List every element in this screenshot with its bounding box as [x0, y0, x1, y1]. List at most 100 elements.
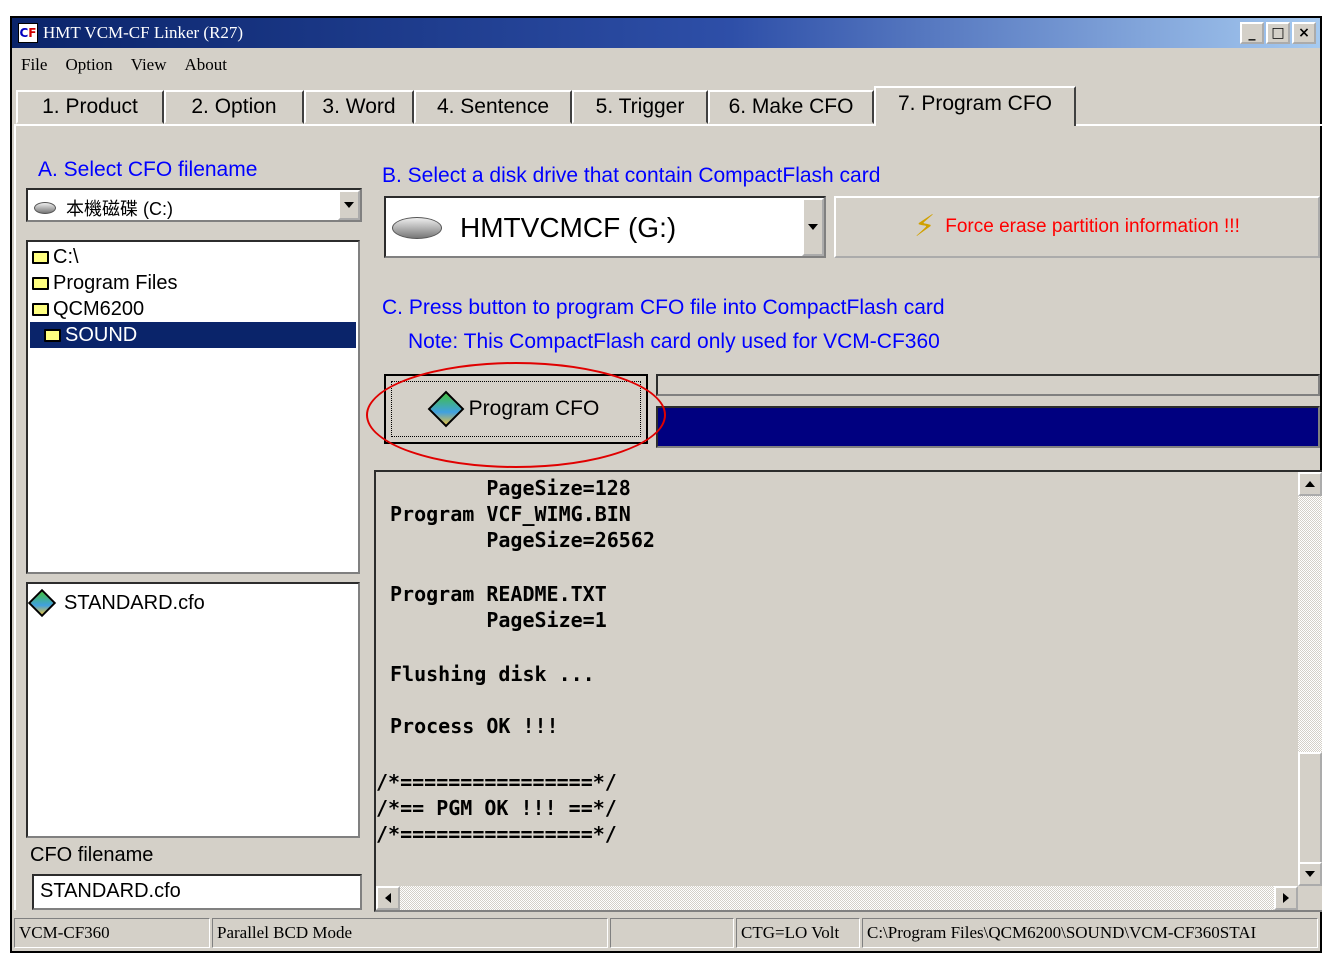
log-line: Program README.TXT	[390, 582, 607, 606]
tab-option-label: 2. Option	[191, 95, 277, 118]
app-logo-icon[interactable]: CF	[18, 23, 38, 43]
secondary-progress-bar	[656, 374, 1320, 396]
cfo-file-icon	[27, 588, 57, 618]
drive-combo-dropdown-button[interactable]	[338, 190, 360, 220]
tree-item-qcm6200[interactable]: QCM6200	[32, 296, 144, 322]
status-bar: VCM-CF360 Parallel BCD Mode CTG=LO Volt …	[12, 914, 1320, 950]
program-cfo-button[interactable]: Program CFO	[384, 374, 648, 444]
log-line: /*== PGM OK !!! ==*/	[376, 796, 617, 820]
disk-combo-value: HMTVCMCF (G:)	[460, 212, 677, 243]
force-erase-label: Force erase partition information !!!	[945, 216, 1240, 237]
note-label: Note: This CompactFlash card only used f…	[408, 330, 940, 353]
maximize-button[interactable]: □	[1266, 22, 1290, 44]
output-log[interactable]: PageSize=128 Program VCF_WIMG.BIN PageSiz…	[374, 470, 1322, 912]
menu-about[interactable]: About	[176, 55, 237, 75]
tree-item-label: Program Files	[53, 271, 178, 294]
log-line: /*================*/	[376, 770, 617, 794]
tab-make-cfo-label: 6. Make CFO	[728, 95, 854, 118]
tab-option[interactable]: 2. Option	[164, 90, 304, 124]
app-window: CF HMT VCM-CF Linker (R27) _ □ × File Op…	[10, 16, 1322, 953]
status-empty	[610, 918, 734, 948]
tree-item-sound[interactable]: SOUND	[30, 322, 356, 348]
tab-trigger[interactable]: 5. Trigger	[572, 90, 708, 124]
menu-bar: File Option View About	[12, 50, 1320, 80]
chevron-down-icon	[808, 224, 818, 230]
program-progress-fill	[658, 408, 1318, 446]
scroll-down-button[interactable]	[1298, 862, 1322, 886]
cfo-filename-label: CFO filename	[30, 844, 154, 866]
tab-sentence-label: 4. Sentence	[436, 95, 550, 118]
disk-combo-value-wrap: HMTVCMCF (G:)	[392, 212, 676, 244]
status-ctg: CTG=LO Volt	[736, 918, 860, 948]
log-vertical-scrollbar[interactable]	[1298, 472, 1322, 886]
log-line: PageSize=1	[390, 608, 607, 632]
force-erase-button[interactable]: ⚡ Force erase partition information !!!	[834, 196, 1320, 258]
tree-item-c-root[interactable]: C:\	[32, 244, 79, 270]
status-model: VCM-CF360	[14, 918, 210, 948]
scroll-down-icon	[1305, 871, 1315, 877]
status-path: C:\Program Files\QCM6200\SOUND\VCM-CF360…	[862, 918, 1318, 948]
title-bar[interactable]: CF HMT VCM-CF Linker (R27) _ □ ×	[12, 18, 1320, 48]
tab-word[interactable]: 3. Word	[304, 90, 414, 124]
scroll-up-icon	[1305, 481, 1315, 487]
tab-page-program-cfo: A. Select CFO filename 本機磁碟 (C:) C:\ Pro…	[14, 124, 1322, 912]
log-line: /*================*/	[376, 822, 617, 846]
folder-open-icon	[32, 276, 49, 290]
tab-product[interactable]: 1. Product	[16, 90, 164, 124]
cfo-file-icon	[427, 390, 465, 428]
folder-open-icon	[32, 302, 49, 316]
tab-word-label: 3. Word	[322, 95, 396, 118]
disk-combo[interactable]: HMTVCMCF (G:)	[384, 196, 826, 258]
program-cfo-label: Program CFO	[468, 397, 600, 420]
select-cfo-label: A. Select CFO filename	[38, 158, 258, 181]
tree-item-label: SOUND	[65, 323, 138, 346]
minimize-icon: _	[1248, 25, 1256, 41]
disk-combo-dropdown-button[interactable]	[802, 198, 824, 256]
scroll-left-button[interactable]	[376, 886, 400, 910]
folder-open-icon	[32, 250, 49, 264]
scroll-up-button[interactable]	[1298, 472, 1322, 496]
scroll-thumb[interactable]	[1298, 752, 1322, 868]
log-line: Program VCF_WIMG.BIN	[390, 502, 631, 526]
hard-drive-icon	[34, 202, 56, 214]
drive-combo[interactable]: 本機磁碟 (C:)	[26, 188, 362, 222]
select-disk-label: B. Select a disk drive that contain Comp…	[382, 164, 881, 187]
menu-view[interactable]: View	[122, 55, 176, 75]
program-instruction-label: C. Press button to program CFO file into…	[382, 296, 945, 319]
scroll-right-button[interactable]	[1274, 886, 1298, 910]
folder-tree[interactable]: C:\ Program Files QCM6200 SOUND	[26, 240, 360, 574]
chevron-down-icon	[344, 202, 354, 208]
log-line: PageSize=128	[390, 476, 631, 500]
tree-item-program-files[interactable]: Program Files	[32, 270, 177, 296]
status-mode: Parallel BCD Mode	[212, 918, 608, 948]
close-icon: ×	[1298, 25, 1310, 41]
log-horizontal-scrollbar[interactable]	[376, 886, 1298, 910]
drive-combo-value-wrap: 本機磁碟 (C:)	[34, 195, 173, 221]
menu-file[interactable]: File	[12, 55, 56, 75]
log-line: Process OK !!!	[390, 714, 559, 738]
cfo-filename-input[interactable]: STANDARD.cfo	[32, 874, 362, 910]
file-item-label: STANDARD.cfo	[64, 591, 205, 614]
tab-product-label: 1. Product	[42, 95, 138, 118]
scroll-right-icon	[1283, 893, 1289, 903]
window-title: HMT VCM-CF Linker (R27)	[43, 23, 244, 42]
window-controls: _ □ ×	[1240, 22, 1316, 44]
file-item-standard[interactable]: STANDARD.cfo	[27, 588, 205, 618]
app-logo-letter-c: C	[19, 26, 29, 40]
folder-open-icon	[44, 328, 61, 342]
removable-drive-icon	[392, 217, 442, 239]
tab-sentence[interactable]: 4. Sentence	[414, 90, 572, 124]
tab-program-cfo-label: 7. Program CFO	[897, 92, 1053, 115]
close-button[interactable]: ×	[1292, 22, 1316, 44]
drive-combo-value: 本機磁碟 (C:)	[66, 199, 173, 219]
tab-program-cfo[interactable]: 7. Program CFO	[874, 86, 1076, 126]
lightning-icon: ⚡	[914, 210, 936, 243]
app-logo-letter-f: F	[28, 26, 37, 40]
tab-make-cfo[interactable]: 6. Make CFO	[708, 90, 874, 124]
log-line: Flushing disk ...	[390, 662, 595, 686]
file-list[interactable]: STANDARD.cfo	[26, 582, 360, 838]
menu-option[interactable]: Option	[56, 55, 121, 75]
tab-strip: 1. Product 2. Option 3. Word 4. Sentence…	[16, 86, 1320, 126]
minimize-button[interactable]: _	[1240, 22, 1264, 44]
program-progress-bar	[656, 406, 1320, 448]
